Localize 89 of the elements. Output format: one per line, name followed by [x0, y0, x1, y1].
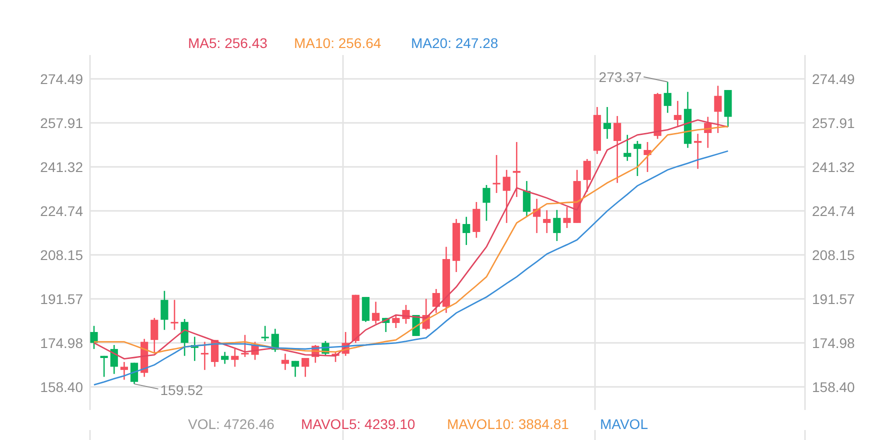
candlestick: [251, 342, 259, 360]
candlestick: [100, 356, 108, 377]
candlestick: [714, 86, 722, 133]
legend-label: MA10: 256.64: [294, 35, 382, 51]
candlestick: [241, 334, 249, 357]
candlestick: [190, 336, 198, 361]
candlestick: [392, 315, 400, 328]
candlestick: [180, 319, 188, 356]
axis-tick-label: 158.40: [40, 378, 83, 395]
legend-label: MA20: 247.28: [411, 35, 498, 51]
candlestick: [583, 159, 591, 192]
candlestick: [482, 185, 490, 221]
candlestick: [221, 352, 229, 364]
candlestick: [160, 290, 168, 330]
axis-tick-label: 191.57: [812, 290, 855, 307]
candlestick: [512, 142, 520, 197]
candlestick: [150, 318, 158, 353]
candlestick: [492, 155, 500, 193]
axis-tick-label: 208.15: [812, 246, 855, 263]
leader-line: [134, 383, 159, 390]
candlestick: [110, 345, 118, 374]
candlestick: [90, 326, 98, 349]
candlestick: [573, 170, 581, 223]
candlestick: [462, 216, 470, 245]
legend-label: MAVOL5: 4239.10: [301, 416, 416, 432]
candlestick: [664, 82, 672, 113]
candlestick: [362, 296, 370, 322]
candlestick: [200, 342, 208, 370]
candlestick: [624, 134, 632, 161]
candlestick: [302, 358, 310, 377]
candlestick: [563, 207, 571, 228]
candlestick: [644, 142, 652, 172]
leader-line: [643, 76, 668, 82]
candlestick: [120, 362, 128, 380]
axis-tick-label: 158.40: [812, 378, 855, 395]
candlestick: [553, 210, 561, 241]
axis-tick-label: 241.32: [40, 158, 83, 175]
price-annotation: 273.37: [598, 68, 642, 85]
axis-tick-label: 191.57: [40, 290, 83, 307]
axis-tick-label: 224.74: [40, 202, 83, 219]
candlestick: [674, 100, 682, 126]
candlestick: [614, 116, 622, 183]
candlestick: [502, 170, 510, 223]
candlestick: [130, 362, 138, 384]
candlestick: [684, 92, 692, 148]
candlestick: [422, 298, 430, 330]
axis-tick-label: 257.91: [812, 114, 855, 131]
axis-tick-label: 241.32: [812, 158, 855, 175]
legend-label: MA5: 256.43: [188, 35, 268, 51]
axis-tick-label: 174.98: [812, 334, 855, 351]
candlestick: [704, 116, 712, 148]
candlestick: [291, 360, 300, 377]
candlestick: [271, 328, 279, 352]
axis-tick-label: 274.49: [812, 70, 855, 87]
candlestick: [654, 92, 662, 139]
candlestick: [322, 341, 330, 356]
candlestick: [210, 340, 219, 367]
candlestick: [603, 107, 612, 139]
legend-label: MAVOL10: 3884.81: [447, 416, 569, 432]
candlestick: [634, 140, 642, 176]
candlestick: [472, 202, 480, 238]
candlestick: [382, 318, 390, 332]
legend-label: MAVOL: [600, 416, 648, 432]
axis-tick-label: 274.49: [40, 70, 83, 87]
candlestick: [452, 218, 460, 272]
candlestick: [533, 198, 541, 234]
candlestick: [261, 326, 269, 342]
axis-tick-label: 257.91: [40, 114, 83, 131]
candlestick: [402, 304, 410, 324]
candlestick: [342, 332, 350, 356]
candlestick: [372, 302, 380, 324]
candlestick: [442, 246, 450, 313]
candlestick: [432, 289, 440, 313]
price-annotation: 159.52: [160, 382, 204, 398]
axis-tick-label: 208.15: [40, 246, 83, 263]
candlestick: [312, 345, 320, 363]
candlestick: [694, 134, 702, 169]
candlestick: [724, 90, 732, 127]
candlestick: [593, 107, 601, 154]
candlestick: [352, 294, 360, 343]
legend-label: VOL: 4726.46: [188, 416, 274, 432]
candlestick: [332, 352, 340, 362]
axis-tick-label: 224.74: [812, 202, 855, 219]
candlestick: [522, 181, 531, 217]
candlestick: [170, 300, 178, 330]
candlestick: [281, 354, 289, 370]
candlestick: [543, 210, 551, 234]
candlestick: [231, 348, 239, 367]
axis-tick-label: 174.98: [40, 334, 83, 351]
